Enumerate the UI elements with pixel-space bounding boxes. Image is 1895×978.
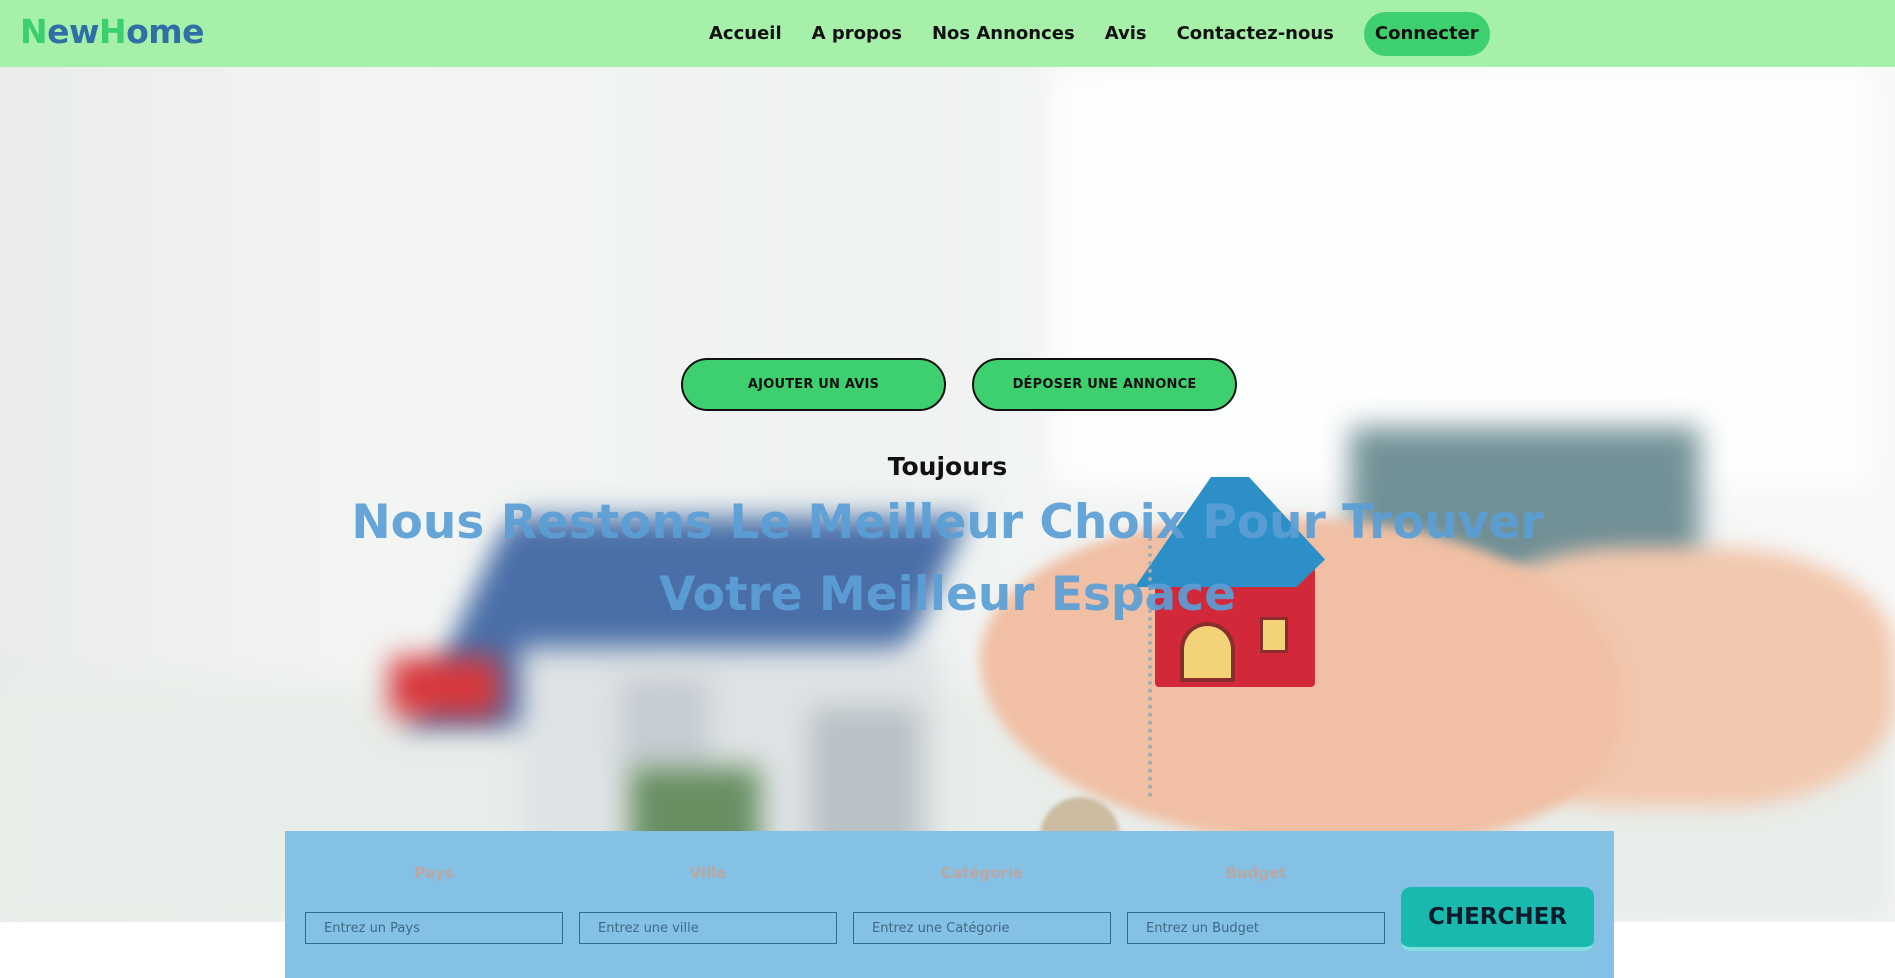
hero-section: AJOUTER UN AVIS DÉPOSER UNE ANNONCE Touj… xyxy=(0,67,1895,922)
search-label-ville: Ville xyxy=(689,864,727,882)
logo-letter-n: N xyxy=(20,12,48,51)
toy-house-window xyxy=(1180,622,1235,682)
category-input[interactable] xyxy=(853,912,1111,944)
search-label-categorie: Catégorie xyxy=(940,864,1024,882)
nav-link-avis[interactable]: Avis xyxy=(1105,23,1147,44)
brand-logo[interactable]: NewHome xyxy=(20,12,205,51)
country-input[interactable] xyxy=(305,912,563,944)
house-model-window xyxy=(620,677,710,767)
logo-text-ew: ew xyxy=(47,12,99,51)
toy-car xyxy=(390,657,500,717)
connect-button[interactable]: Connecter xyxy=(1363,11,1490,56)
search-button[interactable]: CHERCHER xyxy=(1401,887,1594,951)
search-label-pays: Pays xyxy=(414,864,454,882)
main-nav: Accueil A propos Nos Annonces Avis Conta… xyxy=(709,0,1490,67)
nav-link-contactez-nous[interactable]: Contactez-nous xyxy=(1177,23,1334,44)
hero-title: Nous Restons Le Meilleur Choix Pour Trou… xyxy=(351,495,1544,622)
logo-text-ome: ome xyxy=(126,12,205,51)
search-panel: Pays Ville Catégorie Budget CHERCHER xyxy=(285,831,1614,978)
navbar: NewHome Accueil A propos Nos Annonces Av… xyxy=(0,0,1895,67)
city-input[interactable] xyxy=(579,912,837,944)
post-listing-button[interactable]: DÉPOSER UNE ANNONCE xyxy=(972,358,1237,411)
nav-link-nos-annonces[interactable]: Nos Annonces xyxy=(932,23,1075,44)
budget-input[interactable] xyxy=(1127,912,1385,944)
logo-letter-h: H xyxy=(99,12,127,51)
nav-link-accueil[interactable]: Accueil xyxy=(709,23,782,44)
hero-subtitle: Toujours xyxy=(887,452,1008,481)
add-review-button[interactable]: AJOUTER UN AVIS xyxy=(681,358,946,411)
bg-window xyxy=(1050,67,1870,487)
nav-link-a-propos[interactable]: A propos xyxy=(812,23,902,44)
search-label-budget: Budget xyxy=(1225,864,1287,882)
